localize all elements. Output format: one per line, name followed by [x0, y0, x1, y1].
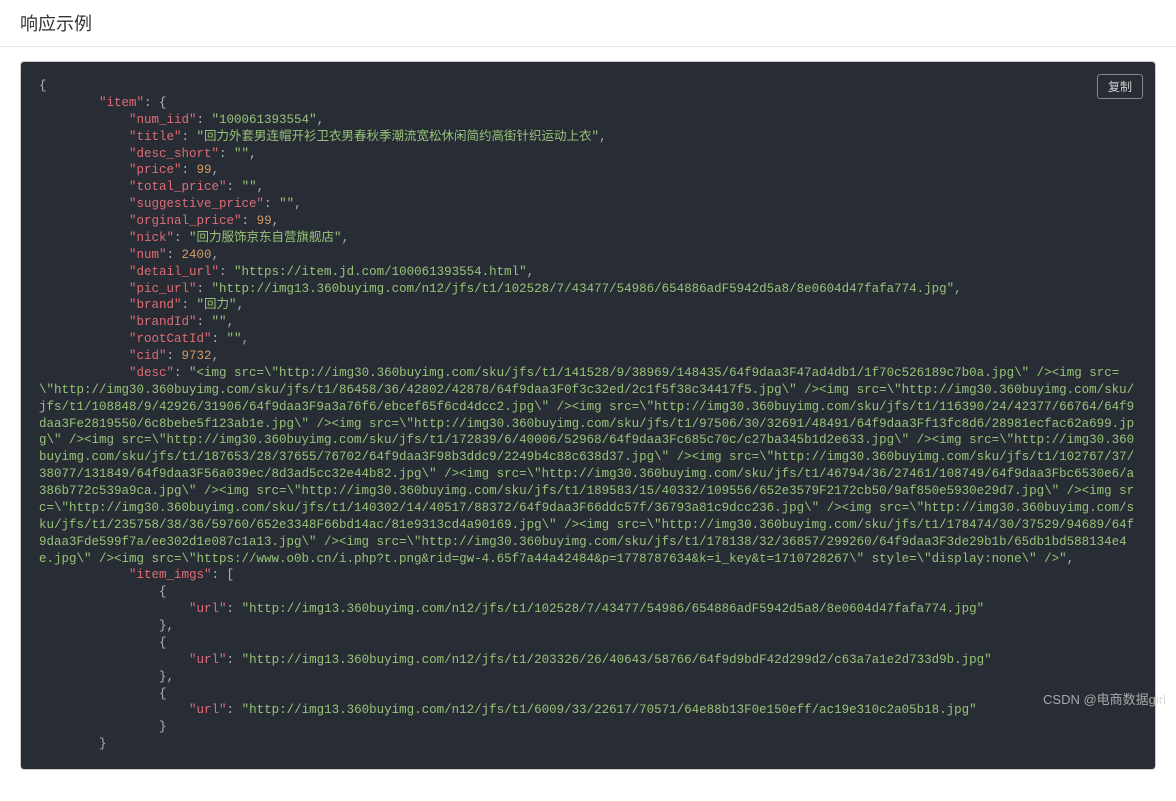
copy-button[interactable]: 复制 [1097, 74, 1143, 99]
code-block: 复制 { "item": { "num_iid": "100061393554"… [20, 61, 1156, 770]
json-output: { "item": { "num_iid": "100061393554", "… [39, 78, 1137, 753]
section-title: 响应示例 [0, 0, 1176, 47]
